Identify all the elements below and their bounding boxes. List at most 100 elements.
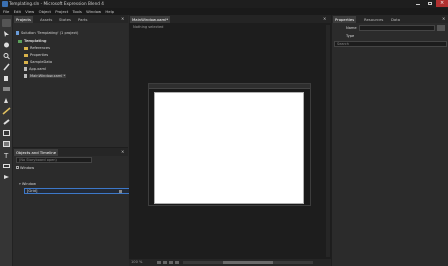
tab-projects[interactable]: Projects — [14, 16, 33, 23]
expand-icon: ▾ — [19, 182, 21, 186]
title-bar: Templating.sln - Microsoft Expression Bl… — [0, 0, 448, 8]
layout-tool-icon[interactable] — [2, 140, 11, 148]
solution-icon — [16, 31, 19, 35]
snaplines-toggle-icon[interactable] — [175, 261, 179, 264]
xaml-file-icon — [24, 74, 27, 78]
menu-tools[interactable]: Tools — [73, 9, 82, 14]
tree-item-label: MainWindow.xaml * — [29, 74, 67, 78]
tree-item-sampledata[interactable]: SampleData — [24, 60, 52, 64]
pan-tool-icon[interactable] — [2, 41, 11, 49]
tree-item-grid[interactable]: [Grid] — [24, 188, 136, 194]
maximize-button[interactable] — [424, 0, 436, 7]
document-tabstrip: MainWindow.xaml* × — [129, 15, 331, 23]
tree-item-properties[interactable]: Properties — [24, 53, 48, 57]
name-field[interactable] — [359, 25, 435, 31]
tab-states[interactable]: States — [57, 16, 73, 23]
selection-tool-icon[interactable] — [2, 19, 11, 27]
app-icon — [2, 1, 8, 7]
menu-edit[interactable]: Edit — [14, 9, 21, 14]
solution-row[interactable]: Solution 'Templating' (1 project) — [16, 31, 78, 35]
tab-properties[interactable]: Properties — [333, 16, 357, 23]
close-button[interactable]: × — [436, 0, 448, 7]
tree-item-label: Properties — [30, 53, 49, 57]
eyedropper-tool-icon[interactable] — [2, 63, 11, 71]
control-tool-icon[interactable] — [2, 162, 11, 170]
visibility-icon[interactable] — [119, 190, 122, 193]
brush-tool-icon[interactable] — [2, 118, 11, 126]
properties-panel: Properties Resources Data × Name Type Se… — [331, 15, 448, 266]
tree-item-label: References — [30, 46, 50, 50]
assets-tool-icon[interactable] — [2, 173, 11, 181]
project-icon — [18, 39, 22, 43]
properties-search-input[interactable]: Search — [334, 41, 447, 47]
properties-tabstrip: Properties Resources Data × — [332, 15, 448, 23]
pen-tool-icon[interactable] — [2, 96, 11, 104]
tree-item-window[interactable]: ▾Window — [19, 182, 36, 186]
menu-project[interactable]: Project — [55, 9, 68, 14]
storyboard-placeholder: (No Storyboard open) — [19, 158, 57, 162]
tree-item-templating[interactable]: Templating — [18, 39, 46, 43]
panel-close-icon[interactable]: × — [121, 16, 124, 21]
document-area: MainWindow.xaml* × Nothing selected 100 … — [129, 15, 331, 266]
svg-text:T: T — [3, 152, 9, 159]
name-label: Name — [346, 26, 357, 30]
horizontal-scrollbar[interactable] — [183, 261, 313, 264]
rectangle-tool-icon[interactable] — [2, 129, 11, 137]
window-scope-label: Window — [16, 166, 34, 170]
solution-label: Solution 'Templating' (1 project) — [21, 31, 79, 35]
tree-item-label: SampleData — [30, 60, 53, 64]
tab-parts[interactable]: Parts — [76, 16, 89, 23]
snap-toggle-icon[interactable] — [169, 261, 173, 264]
folder-icon — [24, 60, 28, 64]
window-scope-icon — [16, 166, 19, 169]
minimize-button[interactable] — [412, 0, 424, 7]
folder-icon — [24, 46, 28, 50]
menu-object[interactable]: Object — [39, 9, 51, 14]
window-scope-text: Window — [20, 166, 35, 170]
zoom-level[interactable]: 100 % — [131, 260, 142, 264]
direct-select-tool-icon[interactable] — [2, 30, 11, 38]
projects-panel: Projects Assets States Parts × Solution … — [13, 15, 128, 147]
tab-data[interactable]: Data — [389, 16, 402, 23]
storyboard-picker[interactable]: (No Storyboard open) — [16, 157, 92, 163]
effects-toggle-icon[interactable] — [157, 261, 161, 264]
paint-bucket-tool-icon[interactable] — [2, 74, 11, 82]
document-status-bar: 100 % — [129, 259, 331, 266]
grid-toggle-icon[interactable] — [163, 261, 167, 264]
folder-icon — [24, 53, 28, 57]
artboard-window-frame[interactable] — [148, 83, 311, 206]
vertical-scrollbar[interactable] — [326, 25, 330, 257]
zoom-tool-icon[interactable] — [2, 52, 11, 60]
tree-item-app-xaml[interactable]: App.xaml — [24, 67, 46, 71]
tree-item-mainwindow-xaml[interactable]: MainWindow.xaml * — [24, 74, 67, 78]
tab-assets[interactable]: Assets — [38, 16, 54, 23]
text-tool-icon[interactable]: T — [2, 151, 11, 160]
menu-help[interactable]: Help — [105, 9, 114, 14]
tab-mainwindow-xaml[interactable]: MainWindow.xaml* — [130, 16, 171, 23]
tree-item-references[interactable]: References — [24, 46, 50, 50]
menu-window[interactable]: Window — [86, 9, 101, 14]
tree-item-label: Templating — [24, 39, 47, 43]
objects-tabstrip: Objects and Timeline × — [13, 148, 128, 156]
tab-objects-timeline[interactable]: Objects and Timeline — [14, 149, 59, 156]
scrollbar-thumb[interactable] — [223, 261, 273, 264]
menu-bar: File Edit View Object Project Tools Wind… — [0, 8, 448, 15]
window-title: Templating.sln - Microsoft Expression Bl… — [9, 1, 104, 6]
document-close-icon[interactable]: × — [323, 16, 326, 21]
menu-file[interactable]: File — [3, 9, 9, 14]
properties-search-placeholder: Search — [337, 42, 350, 46]
window-chrome-bar — [149, 84, 310, 89]
tree-item-label: [Grid] — [27, 189, 38, 193]
tab-resources[interactable]: Resources — [362, 16, 385, 23]
close-icon: × — [440, 0, 445, 6]
panel-close-icon[interactable]: × — [442, 16, 445, 21]
panel-close-icon[interactable]: × — [121, 149, 124, 154]
xaml-file-icon — [24, 67, 27, 71]
design-canvas[interactable] — [154, 92, 304, 204]
tools-panel: T — [0, 15, 13, 266]
events-toggle-icon[interactable] — [437, 25, 445, 31]
menu-view[interactable]: View — [25, 9, 34, 14]
pencil-tool-icon[interactable] — [2, 107, 11, 115]
objects-timeline-panel: Objects and Timeline × (No Storyboard op… — [13, 147, 136, 260]
gradient-tool-icon[interactable] — [2, 85, 11, 93]
